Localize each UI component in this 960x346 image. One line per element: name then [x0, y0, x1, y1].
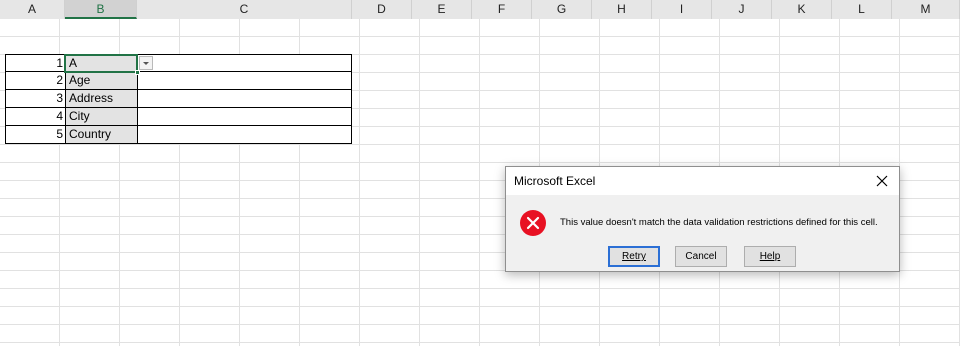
table-row: 3 Address [0, 90, 352, 108]
column-header-h[interactable]: H [592, 0, 652, 19]
column-header-bar: A B C D E F G H I J K L M [0, 0, 960, 20]
dialog-title: Microsoft Excel [514, 174, 596, 188]
validation-dropdown-button[interactable] [139, 56, 153, 70]
column-header-l[interactable]: L [832, 0, 892, 19]
validation-error-dialog: Microsoft Excel This value doesn't match… [505, 166, 900, 272]
cell-c4[interactable] [137, 108, 352, 126]
column-header-a[interactable]: A [0, 0, 65, 19]
column-header-d[interactable]: D [352, 0, 412, 19]
cancel-button-label: Cancel [685, 251, 717, 262]
cell-a1[interactable]: 1 [5, 54, 65, 72]
cell-b5[interactable]: Country [65, 126, 137, 144]
table-row: 4 City [0, 108, 352, 126]
cell-b4[interactable]: City [65, 108, 137, 126]
table-row: 2 Age [0, 72, 352, 90]
column-header-k[interactable]: K [772, 0, 832, 19]
cell-a2[interactable]: 2 [5, 72, 65, 90]
column-header-e[interactable]: E [412, 0, 472, 19]
column-header-i[interactable]: I [652, 0, 712, 19]
cell-a4[interactable]: 4 [5, 108, 65, 126]
cell-c5[interactable] [137, 126, 352, 144]
column-header-m[interactable]: M [892, 0, 960, 19]
table-row: 5 Country [0, 126, 352, 144]
column-header-j[interactable]: J [712, 0, 772, 19]
chevron-down-icon [143, 61, 149, 65]
table-row: 1 A [0, 54, 352, 72]
cell-a5[interactable]: 5 [5, 126, 65, 144]
error-icon [520, 210, 546, 236]
close-button[interactable] [865, 167, 899, 195]
column-header-b[interactable]: B [65, 0, 137, 19]
column-header-g[interactable]: G [532, 0, 592, 19]
cell-c2[interactable] [137, 72, 352, 90]
cell-b2[interactable]: Age [65, 72, 137, 90]
cell-b1[interactable]: A [65, 54, 137, 72]
retry-button-label: Retry [622, 251, 646, 262]
retry-button[interactable]: Retry [608, 246, 660, 267]
help-button[interactable]: Help [744, 246, 796, 267]
column-header-c[interactable]: C [137, 0, 352, 19]
close-icon [876, 175, 888, 187]
dialog-message: This value doesn't match the data valida… [560, 217, 878, 228]
cell-c1[interactable] [137, 54, 352, 72]
cell-a3[interactable]: 3 [5, 90, 65, 108]
dialog-title-bar[interactable]: Microsoft Excel [506, 167, 899, 195]
cell-b3[interactable]: Address [65, 90, 137, 108]
cancel-button[interactable]: Cancel [675, 246, 727, 267]
fill-handle[interactable] [135, 70, 140, 75]
help-button-label: Help [759, 251, 781, 262]
column-header-f[interactable]: F [472, 0, 532, 19]
cell-c3[interactable] [137, 90, 352, 108]
